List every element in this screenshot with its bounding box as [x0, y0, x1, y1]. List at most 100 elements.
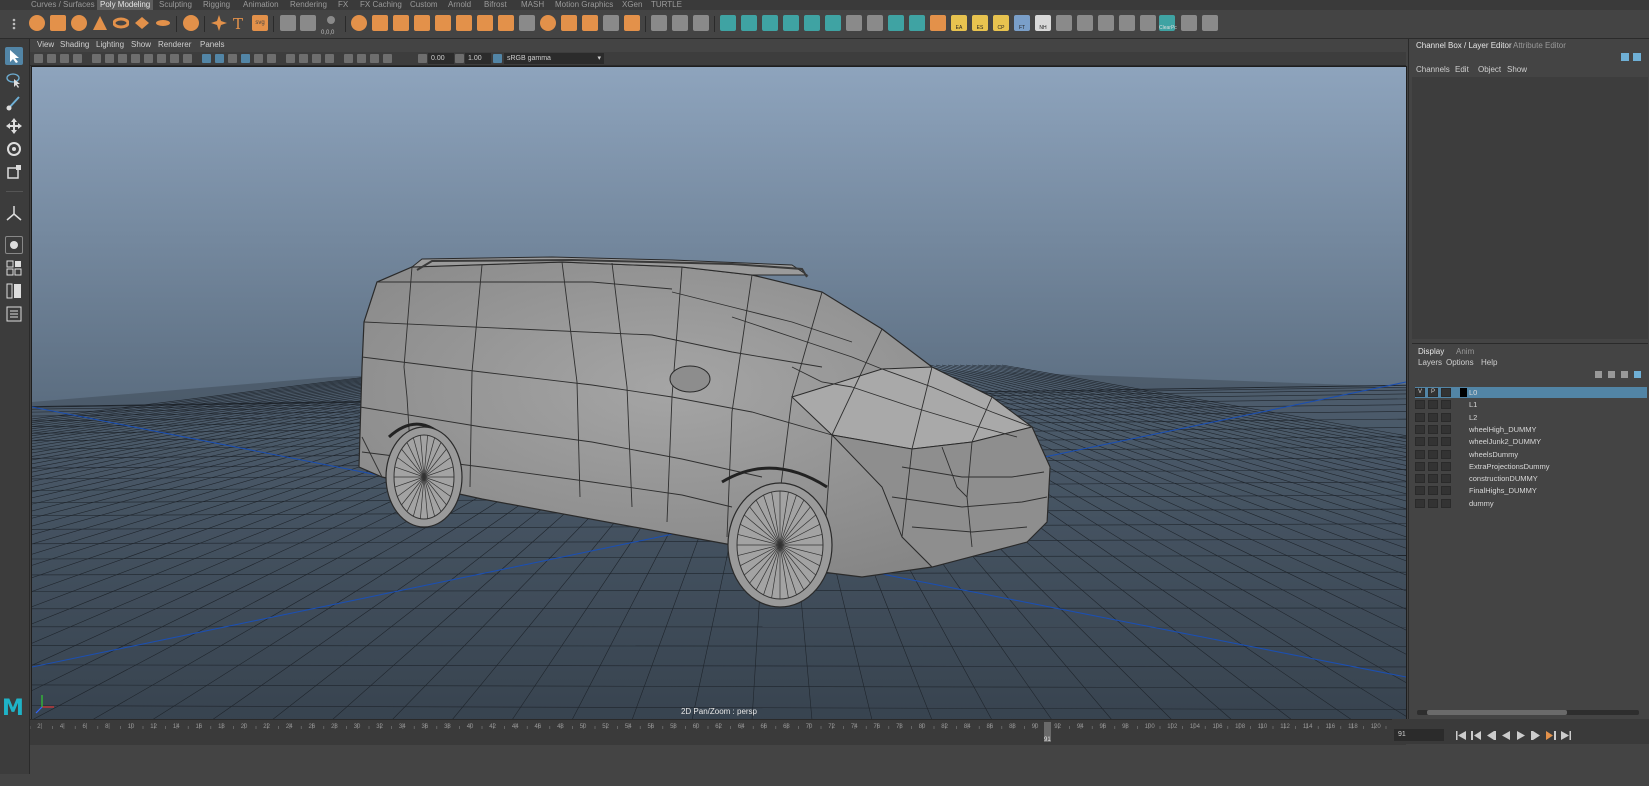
shadows-icon[interactable] — [267, 54, 276, 63]
resize-icon[interactable] — [1202, 15, 1218, 31]
layer-color-swatch[interactable] — [1460, 486, 1467, 495]
lasso-select-icon[interactable] — [5, 71, 23, 89]
layer-display-type[interactable] — [1441, 412, 1451, 422]
layer-icon[interactable] — [1633, 53, 1641, 61]
viewport-menu-shading[interactable]: Shading — [60, 40, 89, 49]
menu-edit[interactable]: Edit — [1455, 65, 1469, 74]
layer-color-swatch[interactable] — [1460, 388, 1467, 397]
resolution-gate-icon[interactable] — [131, 54, 140, 63]
collapse-icon[interactable] — [582, 15, 598, 31]
layer-display-type[interactable] — [1441, 461, 1451, 471]
ft-axis-icon[interactable]: FT — [1014, 15, 1030, 31]
cp-folder-icon[interactable]: CP — [993, 15, 1009, 31]
layer-visibility-toggle[interactable] — [1415, 424, 1425, 434]
layout-uv-icon[interactable] — [909, 15, 925, 31]
move-tool-icon[interactable] — [5, 117, 23, 135]
gate-mask-icon[interactable] — [144, 54, 153, 63]
layer-color-swatch[interactable] — [1460, 499, 1467, 508]
poly-platonic-icon[interactable] — [183, 15, 199, 31]
persp-outliner-layout-icon[interactable] — [5, 282, 23, 300]
viewport-menu-view[interactable]: View — [37, 40, 54, 49]
layer-row[interactable]: wheelsDummy — [1415, 449, 1647, 460]
layer-row[interactable]: constructionDUMMY — [1415, 473, 1647, 484]
gamma-icon[interactable] — [455, 54, 464, 63]
tab-attribute-editor[interactable]: Attribute Editor — [1513, 41, 1566, 50]
layer-visibility-toggle[interactable] — [1415, 461, 1425, 471]
layer-visibility-toggle[interactable]: V — [1415, 388, 1425, 397]
viewport-menu-panels[interactable]: Panels — [200, 40, 224, 49]
cylindrical-map-icon[interactable] — [762, 15, 778, 31]
viewport-menu-show[interactable]: Show — [131, 40, 151, 49]
wedge-icon[interactable] — [540, 15, 556, 31]
edge-loop-icon[interactable] — [672, 15, 688, 31]
move-layer-up-icon[interactable] — [1595, 371, 1602, 378]
shelf-tab-animation[interactable]: Animation — [243, 0, 279, 10]
step-forward-frame-icon[interactable] — [1531, 731, 1541, 740]
front-wheel[interactable] — [727, 482, 833, 608]
menu-help[interactable]: Help — [1481, 358, 1497, 367]
tab-display[interactable]: Display — [1418, 347, 1444, 356]
shelf-tab-bifrost[interactable]: Bifrost — [484, 0, 507, 10]
layer-visibility-toggle[interactable] — [1415, 498, 1425, 508]
layer-color-swatch[interactable] — [1460, 400, 1467, 409]
shelf-tab-fx[interactable]: FX — [338, 0, 348, 10]
poly-cylinder-icon[interactable] — [71, 15, 87, 31]
universal-manipulator-icon[interactable] — [5, 205, 23, 223]
window-icon[interactable] — [1181, 15, 1197, 31]
nh-paint-icon[interactable]: NH — [1035, 15, 1051, 31]
wireframe-icon[interactable] — [202, 54, 211, 63]
merge-icon[interactable] — [477, 15, 493, 31]
step-back-key-icon[interactable] — [1471, 731, 1481, 740]
shelf-tab-rigging[interactable]: Rigging — [203, 0, 230, 10]
layer-display-type[interactable] — [1441, 474, 1451, 484]
poly-cube-icon[interactable] — [50, 15, 66, 31]
layer-color-swatch[interactable] — [1460, 425, 1467, 434]
menu-channels[interactable]: Channels — [1416, 65, 1450, 74]
layer-scrollbar[interactable] — [1417, 710, 1639, 715]
super-shape-icon[interactable] — [211, 15, 227, 31]
paint-select-icon[interactable] — [5, 94, 23, 112]
film-gate-icon[interactable] — [118, 54, 127, 63]
scale-tool-icon[interactable] — [5, 163, 23, 181]
clearpc-icon[interactable]: ClearPc — [1159, 15, 1177, 31]
layer-color-swatch[interactable] — [1460, 462, 1467, 471]
four-view-layout-icon[interactable] — [5, 259, 23, 277]
transfer-icon[interactable] — [930, 15, 946, 31]
shelf-tab-mash[interactable]: MASH — [521, 0, 544, 10]
svg-tool-icon[interactable]: svg — [252, 15, 268, 31]
layer-scrollbar-thumb[interactable] — [1427, 710, 1567, 715]
quad-draw-icon[interactable] — [651, 15, 667, 31]
color-space-dropdown[interactable]: sRGB gamma ▾ — [504, 53, 604, 64]
xray-joints-icon[interactable] — [357, 54, 366, 63]
layer-playback-toggle[interactable] — [1428, 437, 1438, 447]
xray-icon[interactable] — [344, 54, 353, 63]
bookmark-icon[interactable] — [73, 54, 82, 63]
go-to-start-icon[interactable] — [1456, 731, 1466, 740]
move-layer-down-icon[interactable] — [1608, 371, 1615, 378]
circularize-icon[interactable] — [561, 15, 577, 31]
connect-icon[interactable] — [624, 15, 640, 31]
shelf-tab-custom[interactable]: Custom — [410, 0, 438, 10]
layer-display-type[interactable] — [1441, 424, 1451, 434]
exposure-field[interactable]: 0.00 — [428, 53, 454, 64]
new-layer-selected-icon[interactable] — [1634, 371, 1641, 378]
shelf-tab-sculpting[interactable]: Sculpting — [159, 0, 192, 10]
bridge-icon[interactable] — [393, 15, 409, 31]
layer-row[interactable]: wheelHigh_DUMMY — [1415, 424, 1647, 435]
close-x-icon[interactable] — [1098, 15, 1114, 31]
grid-toggle-icon[interactable] — [105, 54, 114, 63]
viewport-menu-lighting[interactable]: Lighting — [96, 40, 124, 49]
layer-row[interactable]: L1 — [1415, 399, 1647, 410]
camera-attributes-icon[interactable] — [60, 54, 69, 63]
bevel-icon[interactable] — [456, 15, 472, 31]
layer-row[interactable]: ExtraProjectionsDummy — [1415, 461, 1647, 472]
channel-icon[interactable] — [1621, 53, 1629, 61]
crosshair-icon[interactable] — [1119, 15, 1135, 31]
layer-row[interactable]: dummy — [1415, 498, 1647, 509]
shelf-tab-turtle[interactable]: TURTLE — [651, 0, 682, 10]
screen-space-ao-icon[interactable] — [286, 54, 295, 63]
time-slider[interactable]: 2 4 6 8 10 12 14 16 18 20 22 24 26 28 30 32 34 36 38 40 42 44… — [29, 719, 1406, 745]
layer-playback-toggle[interactable] — [1428, 400, 1438, 410]
cut-uv-icon[interactable] — [846, 15, 862, 31]
shelf-menu-icon[interactable] — [5, 15, 23, 33]
